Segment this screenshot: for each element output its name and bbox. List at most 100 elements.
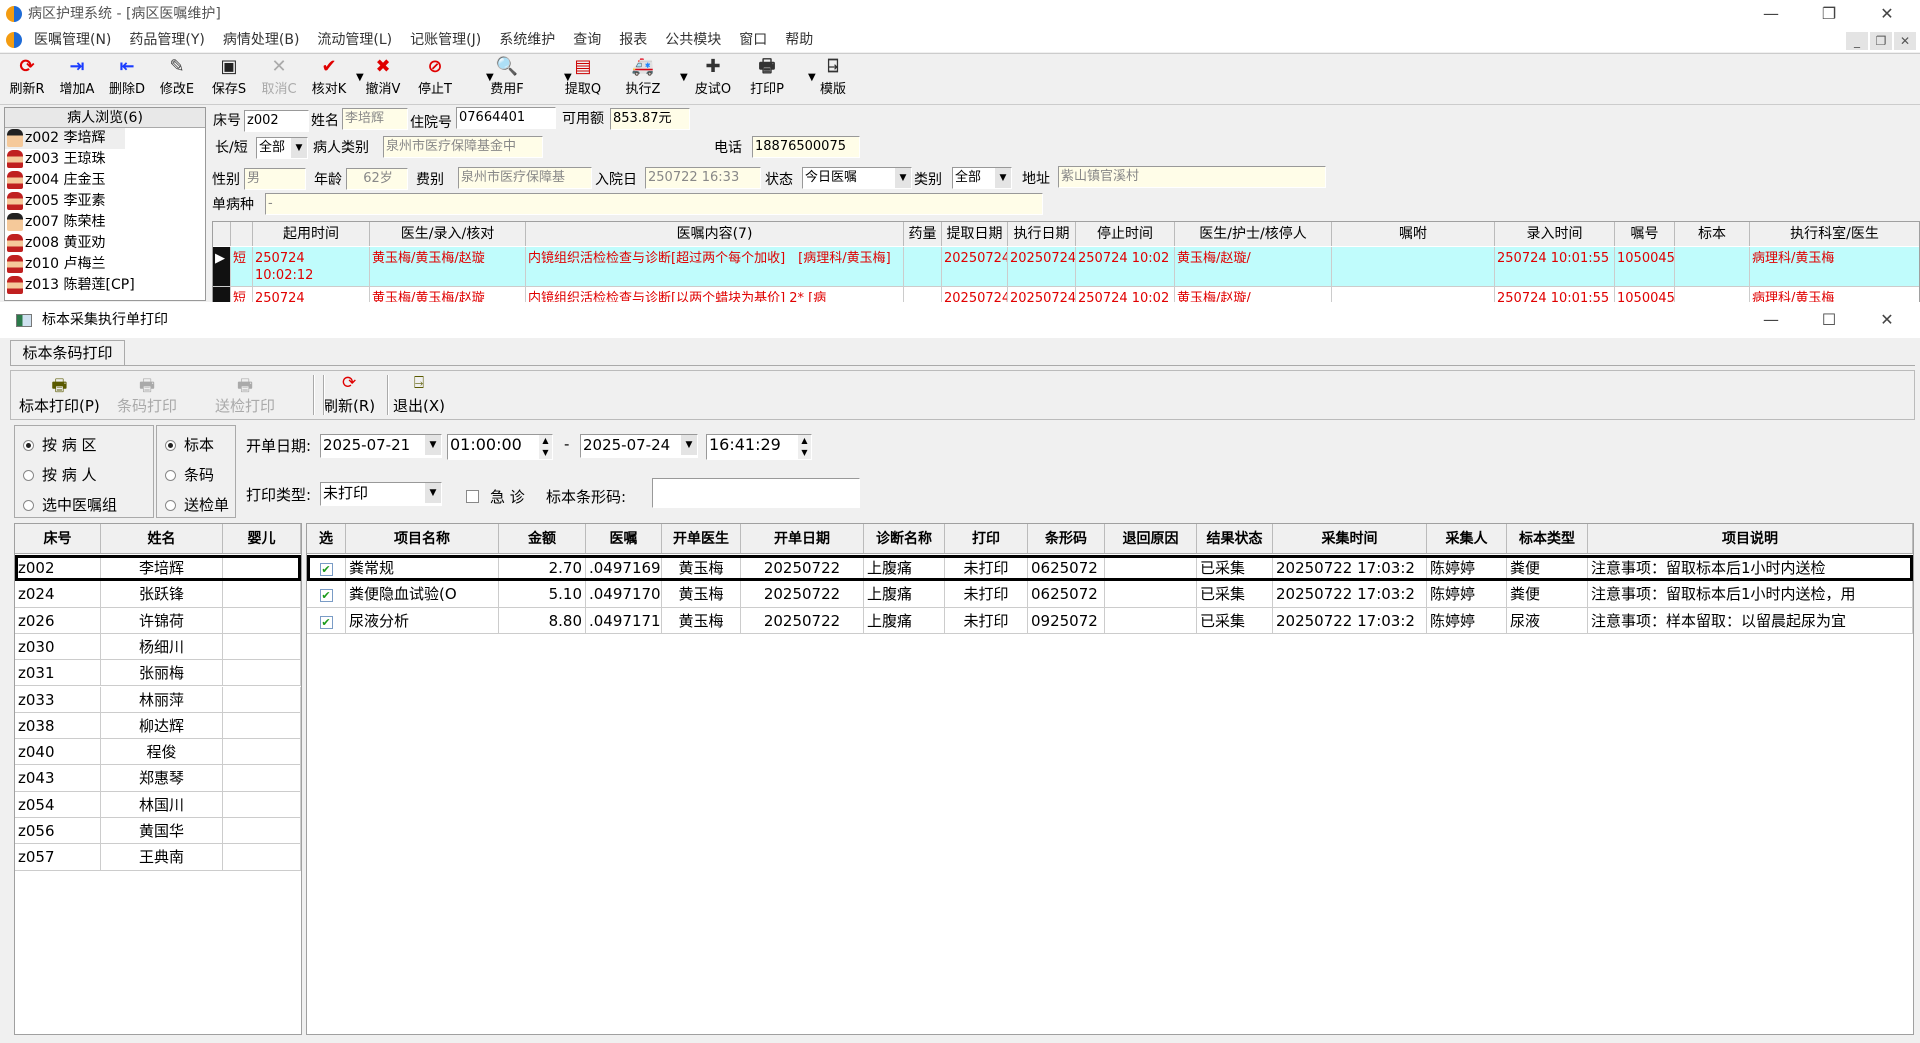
patients-cell[interactable]: z040 (15, 739, 101, 766)
items-column-header[interactable]: 医嘱 (586, 524, 662, 553)
items-cell[interactable] (1105, 555, 1197, 582)
dropdown-arrow-icon[interactable]: ▼ (564, 72, 572, 83)
patients-cell[interactable] (223, 818, 301, 845)
patients-cell[interactable] (223, 712, 301, 740)
checked-checkbox[interactable]: ✔ (319, 589, 333, 603)
undo-button[interactable]: ✖ 撤消V (360, 56, 406, 97)
minimize-button[interactable]: — (1748, 0, 1794, 28)
time-from-spinner[interactable]: 01:00:00 ▲ ▼ (447, 434, 553, 460)
column-header[interactable]: 嘱号 (1615, 222, 1675, 246)
menu-item[interactable]: 查询 (573, 32, 601, 48)
dropdown-arrow-icon[interactable]: ▼ (486, 72, 494, 83)
term-select[interactable]: 全部 ▼ (256, 137, 308, 159)
patients-cell[interactable]: z057 (15, 844, 101, 871)
items-cell[interactable]: 已采集 (1197, 607, 1273, 634)
items-cell[interactable]: 黄玉梅 (662, 581, 741, 608)
patients-cell[interactable] (223, 739, 301, 766)
items-column-header[interactable]: 采集人 (1427, 524, 1507, 553)
items-cell[interactable]: 已采集 (1197, 555, 1273, 582)
column-header[interactable]: 执行科室/医生 (1750, 222, 1919, 246)
patient-browse-item[interactable]: z010 卢梅兰 (5, 254, 205, 275)
items-cell[interactable]: .0497169 (586, 555, 662, 582)
items-cell[interactable]: 上腹痛 (864, 607, 945, 634)
items-cell[interactable]: 上腹痛 (864, 581, 945, 608)
scope-radio[interactable]: 按 病 区 (23, 434, 97, 455)
row-indicator-icon[interactable]: ▶ (213, 247, 231, 287)
name-field[interactable]: 李培辉 (342, 108, 408, 130)
checked-checkbox[interactable]: ✔ (319, 563, 333, 576)
menu-item[interactable]: 流动管理(L) (317, 32, 392, 48)
patients-cell[interactable]: 林国川 (101, 791, 223, 818)
print-button[interactable]: 🖶 打印P (744, 56, 790, 97)
items-cell[interactable]: 20250722 17:03:2 (1273, 581, 1427, 608)
items-cell[interactable] (1105, 607, 1197, 634)
patients-cell[interactable] (223, 791, 301, 818)
skin-test-button[interactable]: ✚ 皮试O (690, 56, 736, 97)
chevron-down-icon[interactable]: ▼ (425, 483, 441, 503)
mdi-close-button[interactable]: ✕ (1894, 32, 1916, 50)
items-cell[interactable]: 粪常规 (346, 555, 499, 582)
items-cell[interactable]: 20250722 (741, 555, 864, 582)
items-column-header[interactable]: 结果状态 (1197, 524, 1273, 553)
print-type-select[interactable]: 未打印 ▼ (320, 482, 442, 506)
items-cell[interactable]: .0497171 (586, 607, 662, 634)
mode-radio[interactable]: 标本 (165, 434, 214, 455)
spinner-arrows-icon[interactable]: ▲ ▼ (798, 435, 811, 459)
items-cell[interactable]: 陈婷婷 (1427, 555, 1507, 582)
items-cell[interactable]: 尿液 (1507, 607, 1588, 634)
maximize-button[interactable]: ❐ (1806, 0, 1852, 28)
barcode-input[interactable] (652, 478, 860, 508)
patients-cell[interactable]: 张丽梅 (101, 660, 223, 687)
chevron-down-icon[interactable]: ▼ (681, 435, 697, 455)
patients-cell[interactable]: 郑惠琴 (101, 765, 223, 792)
chevron-down-icon[interactable]: ▼ (291, 138, 307, 158)
items-cell[interactable]: 注意事项：样本留取：以留晨起尿为宜 (1588, 607, 1913, 634)
refresh-button[interactable]: ⟳ 刷新R (4, 56, 50, 97)
items-cell[interactable]: 20250722 (741, 607, 864, 634)
patients-cell[interactable] (223, 607, 301, 634)
items-cell[interactable]: 未打印 (945, 555, 1028, 582)
dialog-close-button[interactable]: ✕ (1864, 306, 1910, 334)
items-cell[interactable]: 0625072 (1028, 555, 1105, 582)
items-cell[interactable]: 粪便隐血试验(O (346, 581, 499, 608)
items-cell[interactable]: 陈婷婷 (1427, 607, 1507, 634)
items-cell[interactable]: 20250722 (741, 581, 864, 608)
bed-field[interactable]: z002 (244, 110, 309, 132)
print-button-0[interactable]: 🖶 标本打印(P) (19, 373, 100, 416)
patients-cell[interactable]: z033 (15, 686, 101, 713)
items-column-header[interactable]: 标本类型 (1507, 524, 1588, 553)
items-column-header[interactable]: 开单医生 (662, 524, 741, 553)
dropdown-arrow-icon[interactable]: ▼ (356, 72, 364, 83)
mode-radio[interactable]: 送检单 (165, 494, 229, 515)
items-cell[interactable]: 上腹痛 (864, 555, 945, 582)
column-header[interactable]: 药量 (904, 222, 942, 246)
checked-checkbox[interactable]: ✔ (319, 615, 333, 629)
items-cell[interactable]: 未打印 (945, 607, 1028, 634)
items-cell[interactable]: 陈婷婷 (1427, 581, 1507, 608)
column-header[interactable]: 医生/录入/核对 (370, 222, 526, 246)
items-cell[interactable]: 粪便 (1507, 581, 1588, 608)
patient-browse-item[interactable]: z008 黄亚劝 (5, 233, 205, 254)
mdi-restore-button[interactable]: ❐ (1870, 32, 1892, 50)
spinner-arrows-icon[interactable]: ▲ ▼ (539, 435, 552, 459)
items-cell[interactable]: 黄玉梅 (662, 607, 741, 634)
column-header[interactable] (231, 222, 253, 246)
items-column-header[interactable]: 项目说明 (1588, 524, 1913, 553)
column-header[interactable]: 嘱咐 (1332, 222, 1495, 246)
menu-item[interactable]: 病情处理(B) (223, 32, 300, 48)
items-cell[interactable]: .0497170 (586, 581, 662, 608)
chevron-down-icon[interactable]: ▼ (995, 168, 1011, 188)
items-cell[interactable]: 8.80 (499, 607, 586, 634)
patients-cell[interactable] (223, 686, 301, 713)
patients-cell[interactable] (223, 765, 301, 792)
dialog-minimize-button[interactable]: — (1748, 306, 1794, 334)
patients-cell[interactable] (223, 555, 301, 582)
patients-cell[interactable]: 黄国华 (101, 818, 223, 845)
template-button[interactable]: ⍈ 模版 (810, 56, 856, 97)
tab-specimen-barcode-print[interactable]: 标本条码打印 (10, 340, 125, 365)
cancel-button[interactable]: ✕ 取消C (256, 56, 302, 97)
edit-button[interactable]: ✎ 修改E (154, 56, 200, 97)
add-button[interactable]: ⇥ 增加A (54, 56, 100, 97)
print-button-1[interactable]: 🖶 条码打印 (117, 373, 177, 416)
items-column-header[interactable]: 开单日期 (741, 524, 864, 553)
